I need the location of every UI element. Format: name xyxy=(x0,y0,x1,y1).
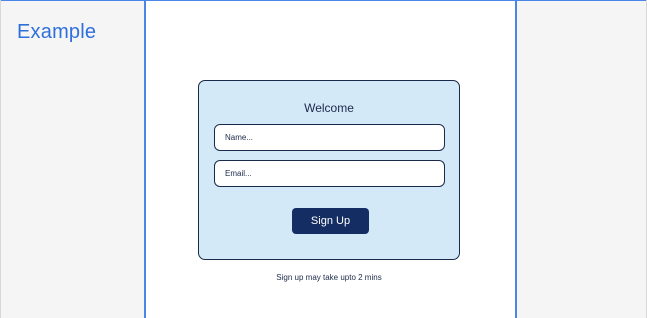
right-divider xyxy=(515,0,517,318)
left-edge xyxy=(0,0,1,318)
name-input[interactable] xyxy=(214,124,445,151)
email-input[interactable] xyxy=(214,160,445,187)
app-title: Example xyxy=(17,21,97,43)
sign-up-button[interactable]: Sign Up xyxy=(292,208,369,234)
page-frame: Example Welcome Sign Up Sign up may take… xyxy=(0,0,647,318)
left-divider xyxy=(144,0,146,318)
welcome-heading: Welcome xyxy=(304,101,354,115)
signup-note: Sign up may take upto 2 mins xyxy=(276,273,382,282)
left-sidebar xyxy=(0,0,144,318)
right-sidebar xyxy=(516,0,647,318)
signup-card: Welcome Sign Up xyxy=(198,80,460,260)
top-border xyxy=(0,0,647,1)
